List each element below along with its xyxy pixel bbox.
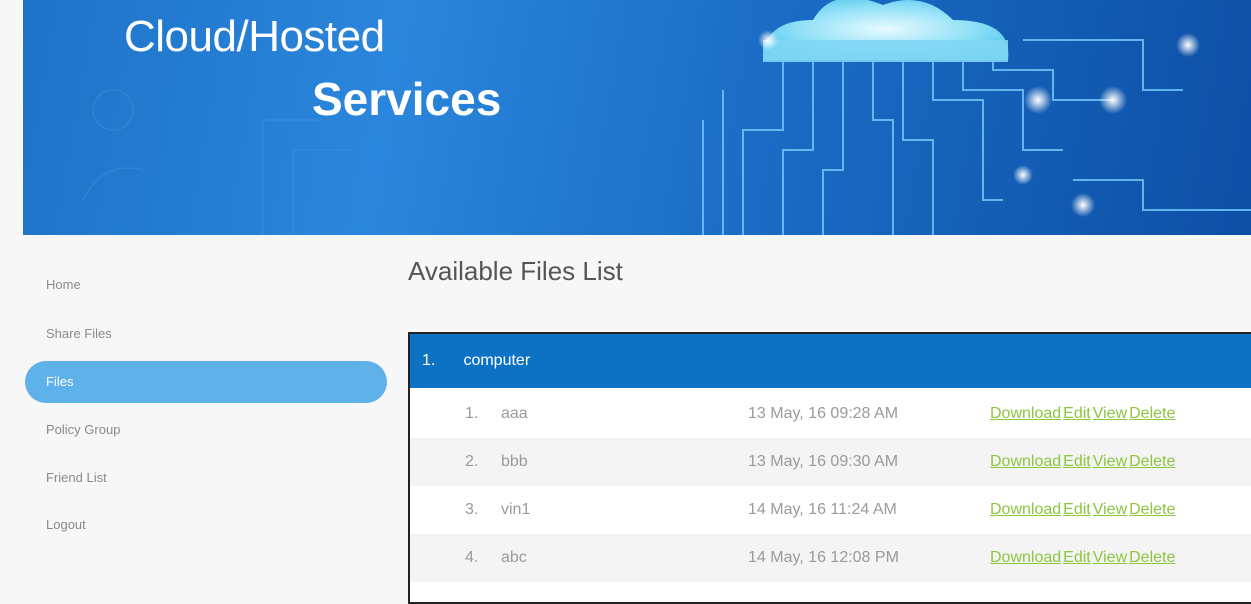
edit-link[interactable]: Edit <box>1063 501 1091 518</box>
sidebar-item-label: Logout <box>46 517 86 532</box>
sidebar-item-label: Files <box>46 374 74 389</box>
file-index: 1. <box>465 405 479 422</box>
delete-link[interactable]: Delete <box>1129 549 1175 566</box>
file-name: vin1 <box>501 501 531 518</box>
sidebar-item-policy-group[interactable]: Policy Group <box>25 409 387 451</box>
edit-link[interactable]: Edit <box>1063 405 1091 422</box>
group-header: 1. computer <box>410 334 1251 388</box>
sidebar-item-label: Share Files <box>46 326 112 341</box>
view-link[interactable]: View <box>1093 405 1127 422</box>
header-banner: Cloud/Hosted Services <box>23 0 1251 235</box>
file-date: 13 May, 16 09:28 AM <box>748 405 899 422</box>
sidebar-item-share-files[interactable]: Share Files <box>25 313 387 355</box>
sidebar-item-label: Policy Group <box>46 422 121 437</box>
view-link[interactable]: View <box>1093 501 1127 518</box>
banner-title-line1: Cloud/Hosted <box>124 12 385 61</box>
file-index: 4. <box>465 549 479 566</box>
file-actions: Download Edit View Delete <box>990 438 1177 486</box>
file-actions: Download Edit View Delete <box>990 486 1177 534</box>
file-name: abc <box>501 549 527 566</box>
file-group-panel: 1. computer 1. aaa 13 May, 16 09:28 AM D… <box>408 332 1251 604</box>
table-row: 4. abc 14 May, 16 12:08 PM Download Edit V… <box>410 534 1251 582</box>
table-row: 1. aaa 13 May, 16 09:28 AM Download Edit V… <box>410 390 1251 438</box>
download-link[interactable]: Download <box>990 501 1061 518</box>
group-number: 1. <box>422 352 436 369</box>
download-link[interactable]: Download <box>990 453 1061 470</box>
file-index: 2. <box>465 453 479 470</box>
file-date: 14 May, 16 11:24 AM <box>748 501 897 518</box>
file-date: 14 May, 16 12:08 PM <box>748 549 899 566</box>
view-link[interactable]: View <box>1093 549 1127 566</box>
file-name: aaa <box>501 405 528 422</box>
sidebar-item-label: Home <box>46 277 81 292</box>
group-name: computer <box>463 352 531 369</box>
download-link[interactable]: Download <box>990 405 1061 422</box>
page-title: Available Files List <box>408 256 623 286</box>
table-row: 2. bbb 13 May, 16 09:30 AM Download Edit V… <box>410 438 1251 486</box>
file-actions: Download Edit View Delete <box>990 390 1177 438</box>
view-link[interactable]: View <box>1093 453 1127 470</box>
table-row: 3. vin1 14 May, 16 11:24 AM Download Edit… <box>410 486 1251 534</box>
edit-link[interactable]: Edit <box>1063 549 1091 566</box>
sidebar-item-friend-list[interactable]: Friend List <box>25 457 387 499</box>
cloud-icon <box>763 0 1009 62</box>
banner-title-line2: Services <box>312 73 502 125</box>
sidebar-item-home[interactable]: Home <box>25 264 387 306</box>
sidebar-item-label: Friend List <box>46 470 107 485</box>
sidebar-item-files[interactable]: Files <box>25 361 387 403</box>
file-name: bbb <box>501 453 528 470</box>
download-link[interactable]: Download <box>990 549 1061 566</box>
delete-link[interactable]: Delete <box>1129 501 1175 518</box>
file-date: 13 May, 16 09:30 AM <box>748 453 899 470</box>
file-index: 3. <box>465 501 479 518</box>
delete-link[interactable]: Delete <box>1129 453 1175 470</box>
delete-link[interactable]: Delete <box>1129 405 1175 422</box>
edit-link[interactable]: Edit <box>1063 453 1091 470</box>
sidebar-item-logout[interactable]: Logout <box>25 504 387 546</box>
file-actions: Download Edit View Delete <box>990 534 1177 582</box>
